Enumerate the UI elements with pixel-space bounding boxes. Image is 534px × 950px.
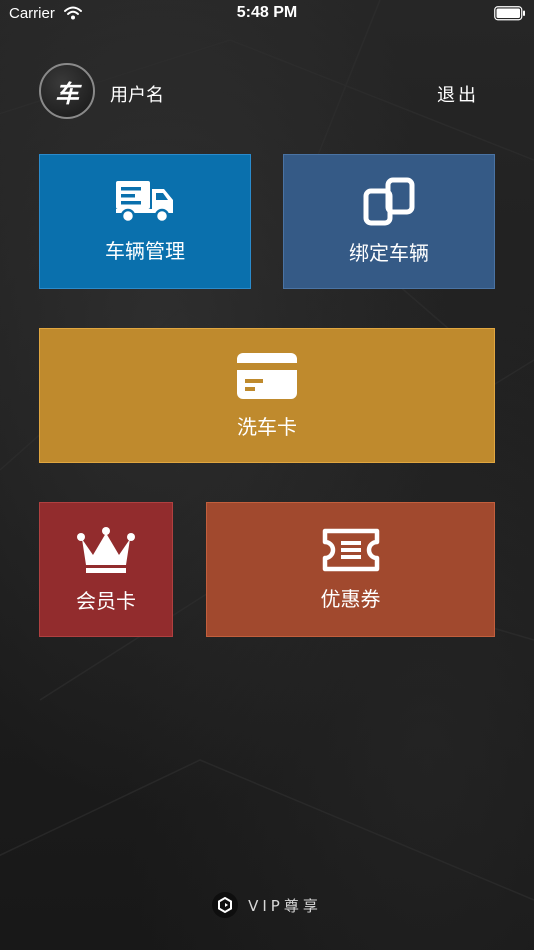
footer-vip-text: VIP尊享 <box>248 896 322 915</box>
coupon-tile[interactable]: 优惠券 <box>206 502 495 637</box>
username-label[interactable]: 用户名 <box>110 81 164 107</box>
link-icon <box>363 177 415 226</box>
truck-icon <box>116 181 173 224</box>
wash-card-tile[interactable]: 洗车卡 <box>39 328 495 463</box>
vip-logo-icon <box>212 892 239 918</box>
coupon-label: 优惠券 <box>320 587 381 611</box>
vehicle-management-tile[interactable]: 车辆管理 <box>39 154 251 289</box>
crown-icon <box>77 527 135 573</box>
status-time: 5:48 PM <box>236 4 298 21</box>
bind-vehicle-tile[interactable]: 绑定车辆 <box>283 154 495 289</box>
status-bar: Carrier 5:48 PM <box>0 0 534 28</box>
avatar-logo-text: 车 <box>55 79 79 108</box>
avatar[interactable]: 车 <box>39 63 95 119</box>
member-card-label: 会员卡 <box>76 589 136 613</box>
background-texture <box>0 0 534 901</box>
vehicle-management-label: 车辆管理 <box>105 239 185 263</box>
card-icon <box>237 353 297 399</box>
wash-card-label: 洗车卡 <box>237 415 297 439</box>
footer-brand: VIP尊享 <box>0 891 534 919</box>
bind-vehicle-label: 绑定车辆 <box>349 241 429 265</box>
logout-button[interactable]: 退出 <box>437 81 479 107</box>
member-card-tile[interactable]: 会员卡 <box>39 502 173 637</box>
battery-icon <box>494 6 525 21</box>
ticket-icon <box>322 528 379 572</box>
